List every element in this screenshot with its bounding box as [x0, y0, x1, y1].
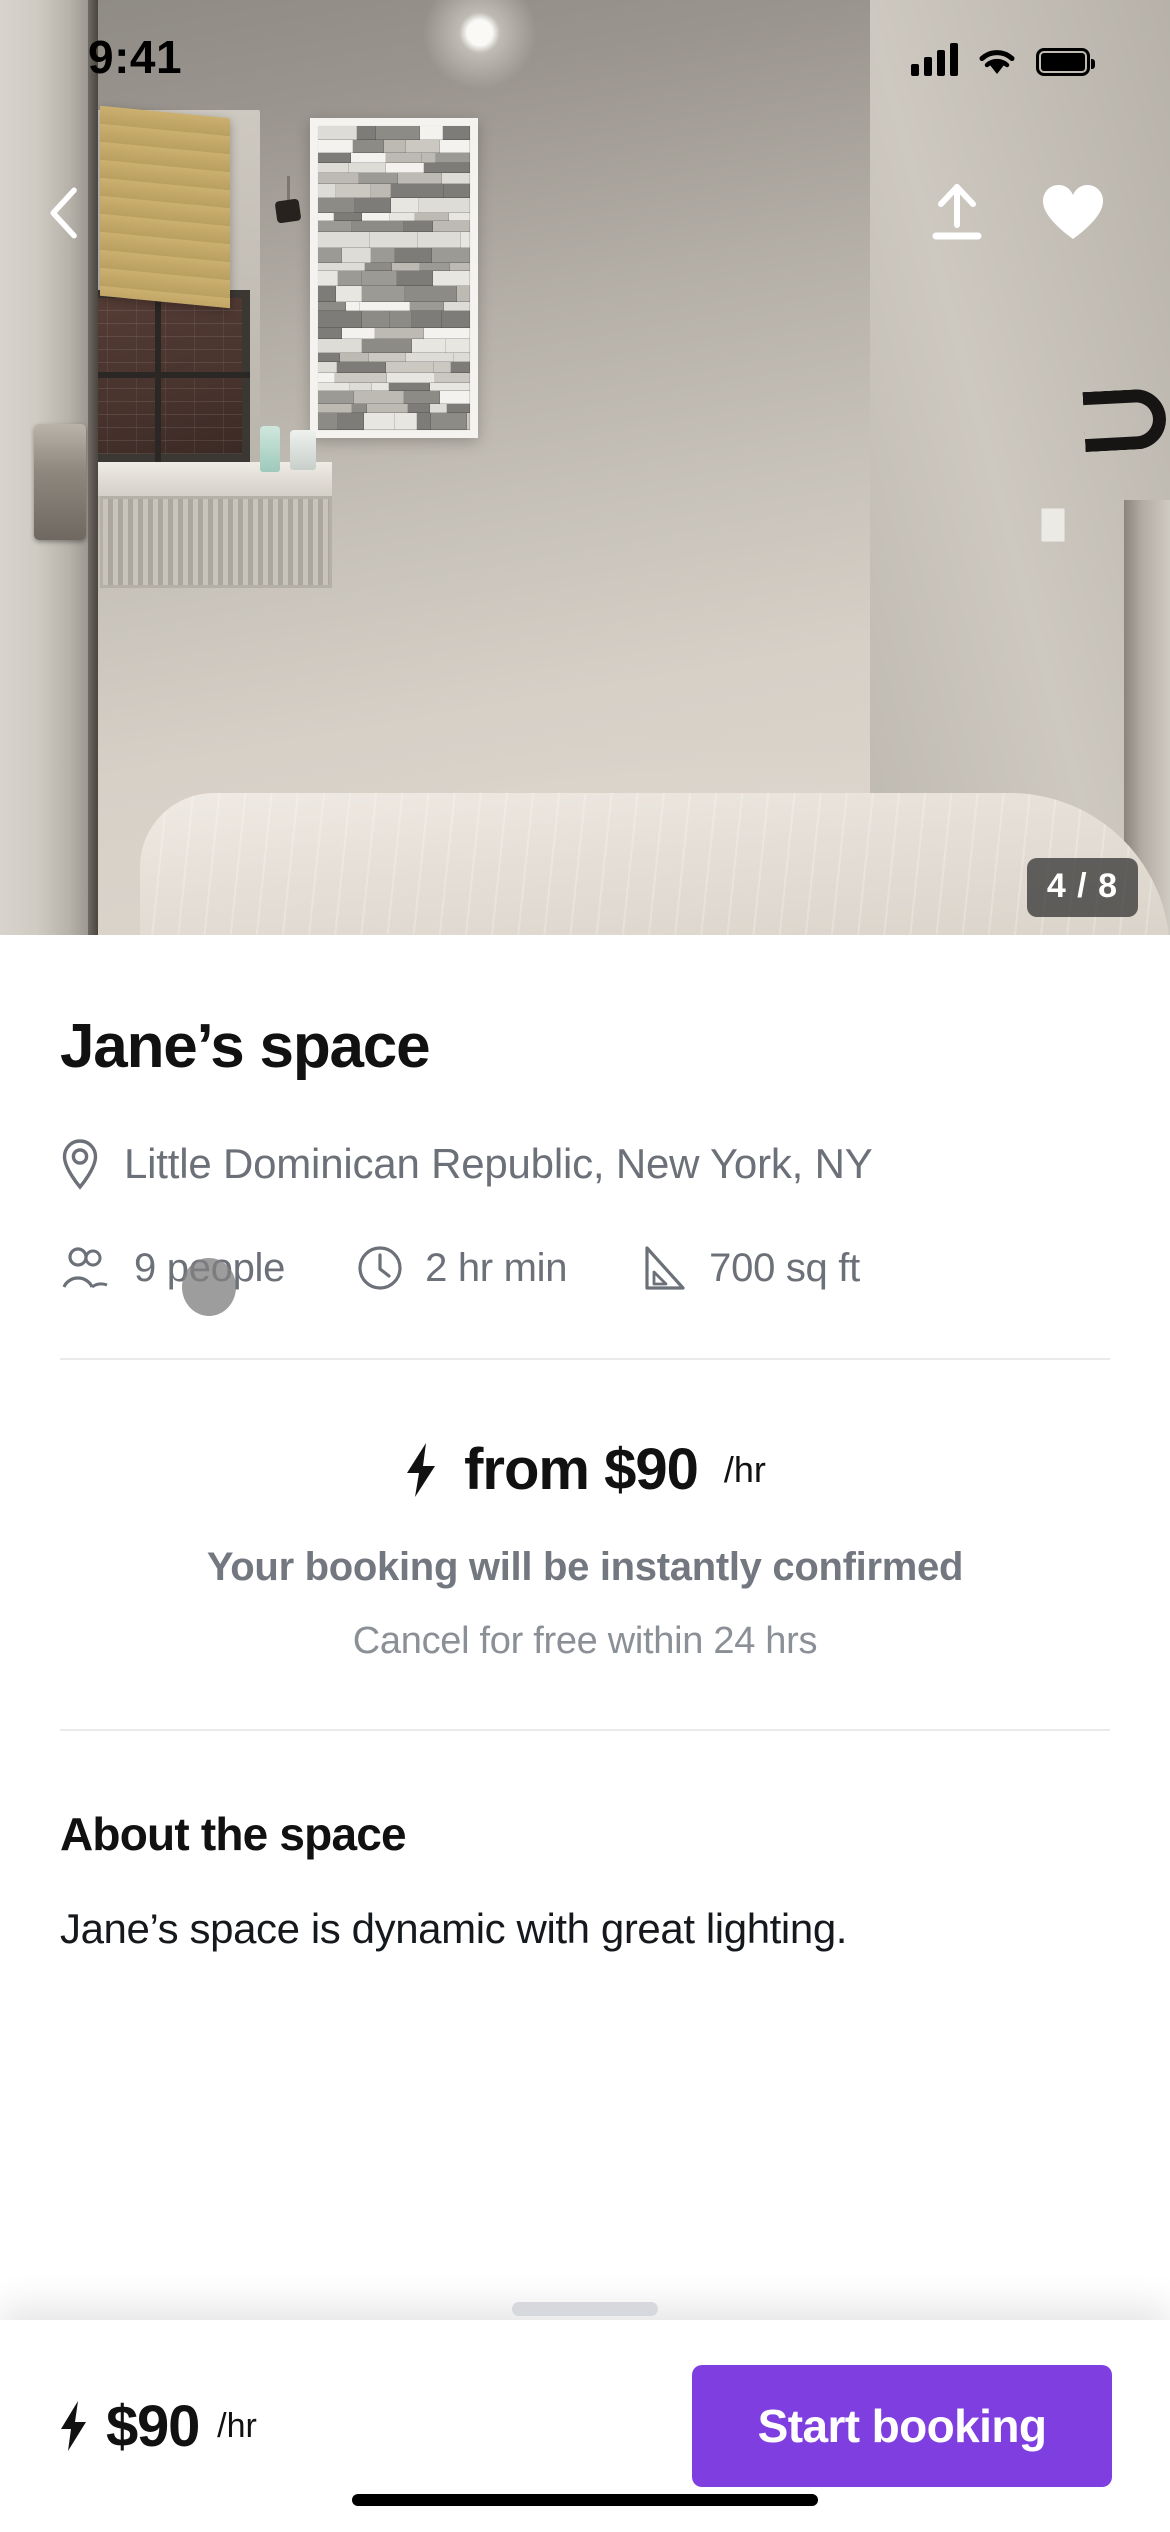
photo-bottle-white — [290, 430, 316, 470]
start-booking-button[interactable]: Start booking — [692, 2365, 1112, 2487]
photo-bed — [140, 793, 1170, 935]
price-headline: from $90 /hr — [404, 1436, 766, 1503]
about-description: Jane’s space is dynamic with great light… — [60, 1905, 1110, 1953]
photo-dark-hook — [1082, 388, 1167, 452]
spec-capacity: 9 people — [60, 1245, 285, 1291]
favorite-button[interactable] — [1038, 180, 1108, 246]
listing-photo-carousel[interactable]: 9:41 4 / 8 — [0, 0, 1170, 935]
status-bar-icons — [911, 36, 1090, 76]
bottom-bar-price: $90 /hr — [58, 2393, 257, 2460]
photo-bottle-green — [260, 426, 280, 472]
pricing-block: from $90 /hr Your booking will be instan… — [60, 1436, 1110, 1663]
phone-screen: 9:41 4 / 8 Jane’s space Little Dominican… — [0, 0, 1170, 2532]
page-title: Jane’s space — [60, 1011, 1110, 1082]
home-indicator — [352, 2494, 818, 2506]
photo-counter-badge: 4 / 8 — [1027, 858, 1138, 917]
battery-icon — [1036, 48, 1090, 76]
location-row: Little Dominican Republic, New York, NY — [60, 1138, 1110, 1190]
cursor-indicator — [182, 1258, 236, 1316]
share-upload-icon — [924, 180, 990, 246]
divider-bottom — [60, 1729, 1110, 1731]
location-text: Little Dominican Republic, New York, NY — [124, 1140, 873, 1188]
spec-area: 700 sq ft — [639, 1244, 860, 1292]
listing-details-sheet: Jane’s space Little Dominican Republic, … — [0, 935, 1170, 2532]
lightning-bolt-icon — [404, 1442, 438, 1498]
spec-area-label: 700 sq ft — [709, 1246, 860, 1291]
instant-confirm-note: Your booking will be instantly confirmed — [60, 1545, 1110, 1590]
photo-black-object — [275, 198, 302, 223]
status-bar: 9:41 — [0, 0, 1170, 130]
photo-window-shade — [100, 106, 230, 309]
share-button[interactable] — [924, 180, 990, 246]
photo-radiator — [100, 496, 332, 588]
bottom-bar-price-unit: /hr — [217, 2407, 257, 2446]
photo-door-jamb — [0, 0, 98, 935]
photo-bed-texture — [140, 793, 1170, 935]
heart-filled-icon — [1041, 184, 1105, 242]
people-icon — [60, 1245, 112, 1291]
status-bar-clock: 9:41 — [88, 30, 182, 84]
spec-minimum-duration: 2 hr min — [357, 1245, 567, 1291]
price-from-label: from $90 — [464, 1436, 698, 1503]
listing-photo[interactable] — [0, 0, 1170, 935]
photo-door-hinge — [34, 424, 86, 540]
area-ruler-icon — [639, 1244, 687, 1292]
about-heading: About the space — [60, 1807, 1110, 1861]
bottom-bar-price-amount: $90 — [106, 2393, 199, 2460]
chevron-left-icon — [45, 185, 85, 241]
map-pin-icon — [60, 1138, 100, 1190]
divider-top — [60, 1358, 1110, 1360]
cellular-signal-icon — [911, 42, 958, 76]
clock-icon — [357, 1245, 403, 1291]
lightning-bolt-icon — [58, 2400, 88, 2452]
sheet-grabber-handle[interactable] — [512, 2302, 658, 2316]
photo-stone-wall — [318, 126, 470, 430]
spec-duration-label: 2 hr min — [425, 1246, 567, 1291]
back-button[interactable] — [30, 178, 100, 248]
wifi-icon — [976, 44, 1018, 76]
price-unit-label: /hr — [724, 1449, 766, 1491]
photo-wall-outlet — [1041, 508, 1065, 542]
cancellation-note: Cancel for free within 24 hrs — [60, 1620, 1110, 1663]
